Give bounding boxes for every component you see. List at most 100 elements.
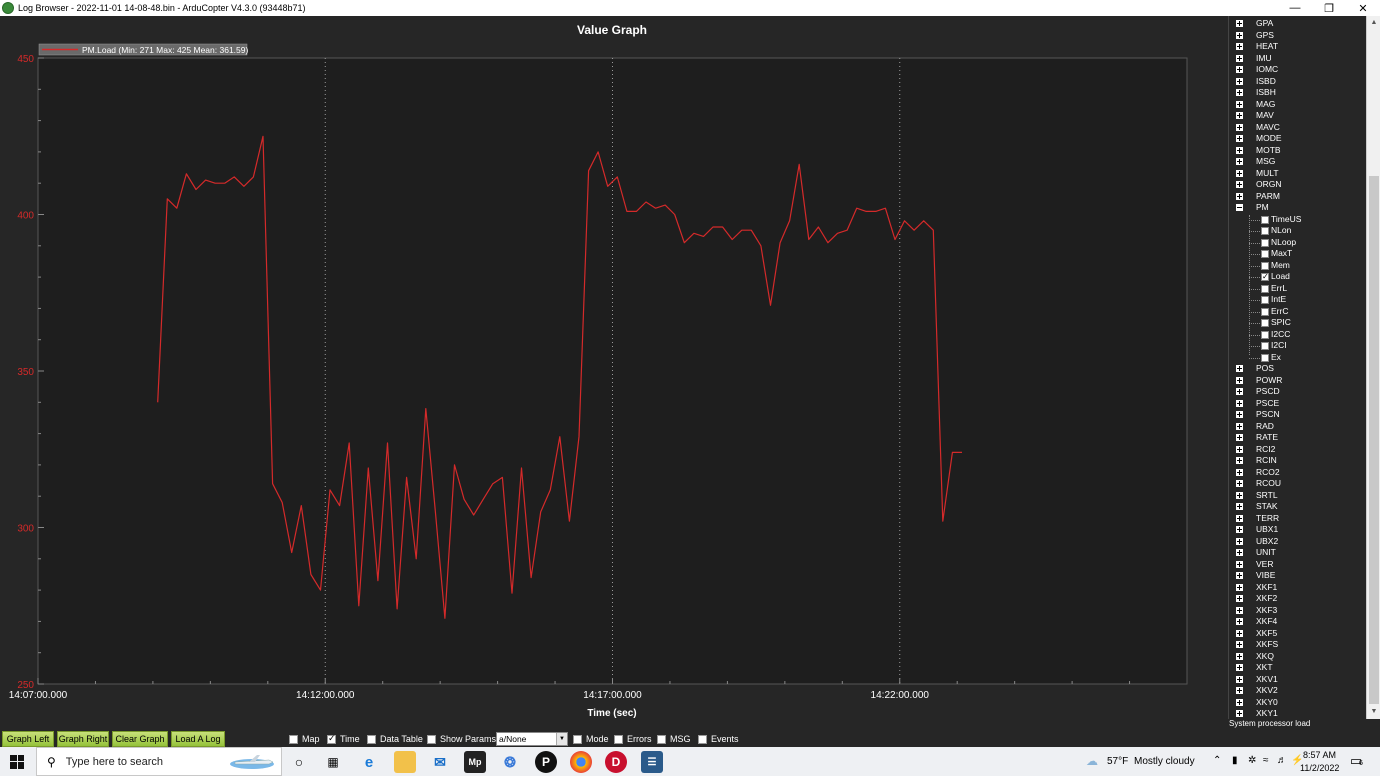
- task-view-icon[interactable]: ▦: [322, 751, 344, 773]
- tree-item-xkf5[interactable]: XKF5: [1229, 628, 1367, 640]
- checkbox-icon[interactable]: [1261, 319, 1269, 327]
- expand-icon[interactable]: [1236, 399, 1243, 407]
- expand-icon[interactable]: [1236, 445, 1243, 453]
- expand-icon[interactable]: [1236, 606, 1243, 614]
- graph-right-button[interactable]: Graph Right: [57, 731, 109, 747]
- tree-item-ver[interactable]: VER: [1229, 559, 1367, 571]
- taskbar-search[interactable]: ⚲ Type here to search: [36, 747, 282, 776]
- tree-item-vibe[interactable]: VIBE: [1229, 570, 1367, 582]
- battery-icon[interactable]: ▮: [1232, 755, 1238, 766]
- show-params-checkbox[interactable]: Show Params: [427, 734, 496, 744]
- expand-icon[interactable]: [1236, 526, 1243, 533]
- tree-item-rcou[interactable]: RCOU: [1229, 478, 1367, 490]
- tree-item-xkf2[interactable]: XKF2: [1229, 593, 1367, 605]
- tree-item-ubx2[interactable]: UBX2: [1229, 536, 1367, 548]
- collapse-icon[interactable]: [1236, 204, 1243, 211]
- expand-icon[interactable]: [1236, 365, 1243, 372]
- tree-item-xkv2[interactable]: XKV2: [1229, 685, 1367, 697]
- minimize-icon[interactable]: —: [1278, 0, 1312, 16]
- tree-item-i2cc[interactable]: I2CC: [1229, 329, 1367, 341]
- expand-icon[interactable]: [1236, 687, 1243, 694]
- mode-checkbox[interactable]: Mode: [573, 734, 609, 744]
- weather-desc[interactable]: Mostly cloudy: [1134, 756, 1195, 767]
- tree-item-iomc[interactable]: IOMC: [1229, 64, 1367, 76]
- checkbox-icon[interactable]: [1261, 342, 1269, 350]
- file-explorer-icon[interactable]: [394, 751, 416, 773]
- tree-item-srtl[interactable]: SRTL: [1229, 490, 1367, 502]
- expand-icon[interactable]: [1236, 503, 1243, 510]
- tree-item-heat[interactable]: HEAT: [1229, 41, 1367, 53]
- tree-item-xkfs[interactable]: XKFS: [1229, 639, 1367, 651]
- data-table-checkbox[interactable]: Data Table: [367, 734, 423, 744]
- expand-icon[interactable]: [1236, 77, 1243, 85]
- scroll-up-icon[interactable]: ▲: [1367, 16, 1380, 30]
- checkbox-icon[interactable]: [1261, 227, 1269, 235]
- tree-item-xky0[interactable]: XKY0: [1229, 697, 1367, 709]
- tree-item-i2ci[interactable]: I2CI: [1229, 340, 1367, 352]
- graph-left-button[interactable]: Graph Left: [2, 731, 54, 747]
- checkbox-icon[interactable]: [1261, 296, 1269, 304]
- field-tree[interactable]: GPA GPS HEAT IMU IOMC ISBD ISBH MAG MAV MAVC MODE M…: [1228, 16, 1380, 719]
- tree-item-nlon[interactable]: NLon: [1229, 225, 1367, 237]
- tree-item-mode[interactable]: MODE: [1229, 133, 1367, 145]
- expand-icon[interactable]: [1236, 549, 1243, 556]
- wifi-icon[interactable]: ≈: [1263, 755, 1269, 766]
- tree-item-mav[interactable]: MAV: [1229, 110, 1367, 122]
- expand-icon[interactable]: [1236, 537, 1243, 545]
- errors-checkbox-box[interactable]: [614, 734, 623, 744]
- tree-item-stak[interactable]: STAK: [1229, 501, 1367, 513]
- tree-item-timeus[interactable]: TimeUS: [1229, 214, 1367, 226]
- tree-item-msg[interactable]: MSG: [1229, 156, 1367, 168]
- clock-date[interactable]: 11/2/2022: [1300, 763, 1339, 773]
- tree-item-errl[interactable]: ErrL: [1229, 283, 1367, 295]
- edge-icon[interactable]: e: [358, 751, 380, 773]
- expand-icon[interactable]: [1236, 100, 1243, 108]
- bluetooth-icon[interactable]: ✲: [1248, 755, 1256, 766]
- tree-item-rcin[interactable]: RCIN: [1229, 455, 1367, 467]
- tree-item-rate[interactable]: RATE: [1229, 432, 1367, 444]
- tree-item-xkf1[interactable]: XKF1: [1229, 582, 1367, 594]
- volume-icon[interactable]: ♬: [1277, 755, 1287, 766]
- dashboard-app-icon[interactable]: ☰: [641, 751, 663, 773]
- time-checkbox[interactable]: Time: [327, 733, 360, 744]
- tree-item-unit[interactable]: UNIT: [1229, 547, 1367, 559]
- tree-item-maxt[interactable]: MaxT: [1229, 248, 1367, 260]
- expand-icon[interactable]: [1236, 20, 1243, 27]
- mail-icon[interactable]: ✉: [429, 751, 451, 773]
- tree-item-xkv1[interactable]: XKV1: [1229, 674, 1367, 686]
- expand-icon[interactable]: [1236, 66, 1243, 73]
- expand-icon[interactable]: [1236, 629, 1243, 637]
- tree-item-ex[interactable]: Ex: [1229, 352, 1367, 364]
- checkbox-icon[interactable]: [1261, 353, 1269, 362]
- tree-item-xkt[interactable]: XKT: [1229, 662, 1367, 674]
- show-params-checkbox-box[interactable]: [427, 734, 436, 744]
- expand-icon[interactable]: [1236, 698, 1243, 706]
- msg-checkbox-box[interactable]: [657, 734, 666, 744]
- tree-item-rci2[interactable]: RCI2: [1229, 444, 1367, 456]
- expand-icon[interactable]: [1236, 31, 1243, 39]
- expand-icon[interactable]: [1236, 411, 1243, 418]
- tree-item-imu[interactable]: IMU: [1229, 53, 1367, 65]
- expand-icon[interactable]: [1236, 641, 1243, 648]
- checkbox-icon[interactable]: [1261, 284, 1269, 293]
- tree-item-mag[interactable]: MAG: [1229, 99, 1367, 111]
- tree-item-pscd[interactable]: PSCD: [1229, 386, 1367, 398]
- msg-checkbox[interactable]: MSG: [657, 734, 691, 744]
- tree-item-xkq[interactable]: XKQ: [1229, 651, 1367, 663]
- tree-item-rad[interactable]: RAD: [1229, 421, 1367, 433]
- expand-icon[interactable]: [1236, 652, 1243, 660]
- expand-icon[interactable]: [1236, 514, 1243, 522]
- tree-item-psce[interactable]: PSCE: [1229, 398, 1367, 410]
- chevron-up-icon[interactable]: ⌃: [1213, 755, 1221, 766]
- tree-item-pos[interactable]: POS: [1229, 363, 1367, 375]
- expand-icon[interactable]: [1236, 123, 1243, 131]
- tree-item-nloop[interactable]: NLoop: [1229, 237, 1367, 249]
- tree-item-rco2[interactable]: RCO2: [1229, 467, 1367, 479]
- expand-icon[interactable]: [1236, 388, 1243, 395]
- expand-icon[interactable]: [1236, 468, 1243, 476]
- scroll-down-icon[interactable]: ▼: [1367, 705, 1380, 719]
- expand-icon[interactable]: [1236, 43, 1243, 50]
- expand-icon[interactable]: [1236, 89, 1243, 96]
- tree-item-parm[interactable]: PARM: [1229, 191, 1367, 203]
- tree-item-load[interactable]: Load: [1229, 271, 1367, 283]
